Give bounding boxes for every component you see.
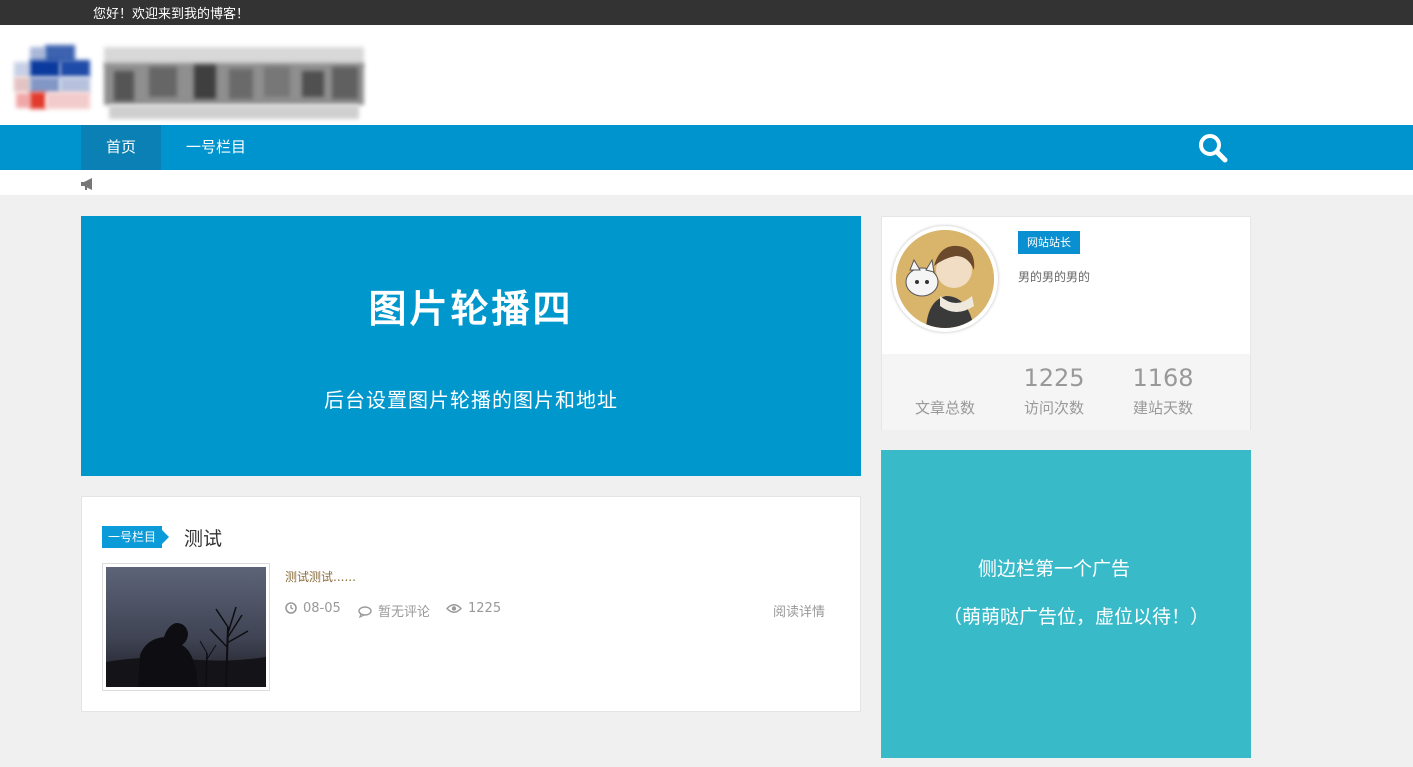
notice-bar — [0, 170, 1413, 195]
megaphone-icon — [80, 176, 96, 190]
post-views-text: 1225 — [468, 601, 502, 616]
top-bar: 您好！欢迎来到我的博客！ — [0, 0, 1413, 25]
author-description: 男的男的男的 — [1018, 270, 1091, 284]
post-card: 一号栏目 测试 测试测试...... 08-05 暂无评论 1225 阅读详情 — [81, 496, 861, 712]
stat-value: 1168 — [1132, 364, 1194, 392]
eye-icon — [446, 603, 462, 618]
read-more-link[interactable]: 阅读详情 — [773, 601, 825, 620]
post-excerpt: 测试测试...... — [285, 570, 356, 584]
nav-item-home[interactable]: 首页 — [81, 125, 161, 170]
carousel-subtitle: 后台设置图片轮播的图片和地址 — [324, 388, 618, 412]
welcome-text: 您好！欢迎来到我的博客！ — [93, 7, 250, 22]
post-title[interactable]: 测试 — [184, 524, 222, 551]
image-carousel[interactable]: 图片轮播四 后台设置图片轮播的图片和地址 — [81, 216, 861, 476]
post-comments-text: 暂无评论 — [378, 605, 431, 620]
author-profile-widget: 网站站长 男的男的男的 文章总数 1225 访问次数 1168 建站天数 — [881, 216, 1251, 430]
post-category-tag[interactable]: 一号栏目 — [102, 526, 170, 548]
sidebar-ad[interactable]: 侧边栏第一个广告 （萌萌哒广告位，虚位以待！） — [881, 450, 1251, 758]
nav-item-column-one[interactable]: 一号栏目 — [170, 125, 262, 170]
carousel-title: 图片轮播四 — [368, 286, 574, 331]
post-date: 08-05 — [285, 601, 341, 618]
stat-label: 建站天数 — [1132, 399, 1193, 417]
stat-label: 文章总数 — [914, 399, 975, 417]
comment-icon — [358, 606, 372, 622]
site-header — [0, 25, 1413, 125]
avatar — [892, 226, 998, 332]
site-stats: 文章总数 1225 访问次数 1168 建站天数 — [882, 354, 1250, 430]
post-views: 1225 — [446, 601, 501, 618]
post-date-text: 08-05 — [303, 601, 341, 616]
ad-headline: 侧边栏第一个广告 — [977, 558, 1130, 580]
search-icon[interactable] — [1196, 131, 1230, 165]
post-thumbnail[interactable] — [102, 563, 270, 691]
ad-subline: （萌萌哒广告位，虚位以待！） — [942, 606, 1209, 628]
stat-value: 1225 — [1023, 364, 1085, 392]
stat-label: 访问次数 — [1023, 399, 1084, 417]
post-comments[interactable]: 暂无评论 — [358, 601, 430, 622]
clock-icon — [285, 602, 297, 618]
admin-badge: 网站站长 — [1018, 231, 1080, 254]
